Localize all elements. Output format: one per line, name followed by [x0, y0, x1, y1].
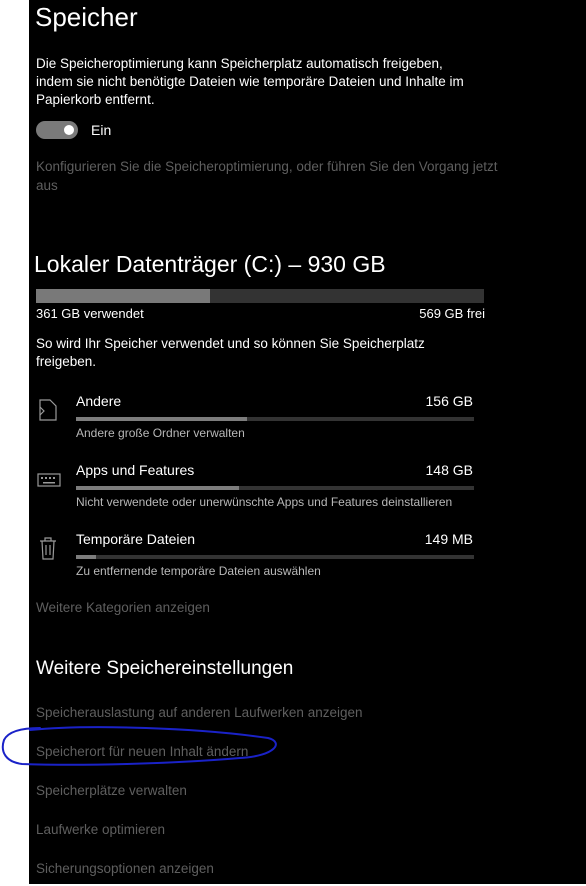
free-space-label: 569 GB frei	[419, 306, 485, 321]
category-apps[interactable]: Apps und Features 148 GB Nicht verwendet…	[29, 462, 489, 522]
backup-options-link[interactable]: Sicherungsoptionen anzeigen	[36, 859, 214, 878]
drive-usage-fill	[36, 289, 210, 303]
view-other-drives-link[interactable]: Speicherauslastung auf anderen Laufwerke…	[36, 703, 363, 722]
category-bar	[76, 555, 474, 559]
category-name: Apps und Features	[76, 462, 195, 478]
keyboard-icon	[37, 466, 61, 492]
category-bar-fill	[76, 555, 96, 559]
manage-storage-spaces-link[interactable]: Speicherplätze verwalten	[36, 781, 187, 800]
more-storage-settings-heading: Weitere Speichereinstellungen	[36, 658, 294, 679]
category-size: 149 MB	[424, 531, 473, 547]
used-space-label: 361 GB verwendet	[36, 306, 144, 321]
category-bar	[76, 417, 474, 421]
annotation-ellipse	[1, 726, 277, 766]
category-other[interactable]: Andere 156 GB Andere große Ordner verwal…	[29, 393, 489, 453]
category-name: Temporäre Dateien	[76, 531, 196, 547]
drive-usage-bar	[36, 289, 484, 303]
toggle-knob	[64, 125, 74, 135]
show-more-categories-link[interactable]: Weitere Kategorien anzeigen	[36, 598, 210, 617]
category-bar-fill	[76, 417, 248, 421]
usage-description: So wird Ihr Speicher verwendet und so kö…	[36, 336, 425, 369]
category-size: 148 GB	[425, 462, 473, 478]
category-subtitle: Zu entfernende temporäre Dateien auswähl…	[76, 564, 321, 578]
storage-sense-description: Die Speicheroptimierung kann Speicherpla…	[36, 56, 464, 107]
toggle-state-label: Ein	[91, 122, 112, 138]
category-bar	[76, 486, 474, 490]
category-bar-fill	[76, 486, 240, 490]
drive-title: Lokaler Datenträger (C:) – 930 GB	[34, 251, 386, 277]
document-icon	[37, 397, 59, 423]
configure-storage-sense-link[interactable]: Konfigurieren Sie die Speicheroptimierun…	[36, 157, 506, 195]
category-subtitle: Nicht verwendete oder unerwünschte Apps …	[76, 495, 453, 509]
page-title: Speicher	[35, 2, 138, 32]
category-name: Andere	[76, 393, 122, 409]
category-size: 156 GB	[425, 393, 473, 409]
category-temp-files[interactable]: Temporäre Dateien 149 MB Zu entfernende …	[29, 531, 489, 591]
storage-sense-toggle[interactable]	[36, 121, 78, 139]
trash-icon	[37, 535, 59, 561]
optimize-drives-link[interactable]: Laufwerke optimieren	[36, 820, 165, 839]
category-subtitle: Andere große Ordner verwalten	[76, 426, 245, 440]
